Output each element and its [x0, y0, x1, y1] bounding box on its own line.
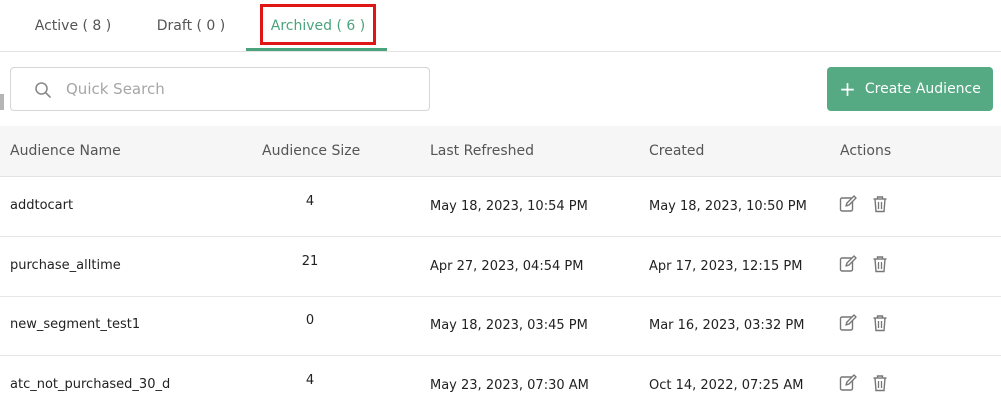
- edit-icon[interactable]: [838, 373, 858, 393]
- search-icon: [35, 82, 51, 98]
- column-header-last-refreshed[interactable]: Last Refreshed: [430, 126, 534, 176]
- table-row: atc_not_purchased_30_d 4 May 23, 2023, 0…: [0, 356, 1001, 414]
- edit-icon[interactable]: [838, 194, 858, 214]
- annotation-highlight-box: [260, 4, 376, 45]
- tab-draft[interactable]: Draft ( 0 ): [142, 0, 240, 51]
- left-edge-marker: [0, 94, 4, 110]
- trash-icon[interactable]: [870, 194, 890, 214]
- row-actions: [838, 254, 890, 274]
- column-header-actions: Actions: [840, 143, 892, 159]
- edit-icon[interactable]: [838, 254, 858, 274]
- row-actions: [838, 194, 890, 214]
- trash-icon[interactable]: [870, 254, 890, 274]
- last-refreshed: May 23, 2023, 07:30 AM: [430, 378, 589, 393]
- last-refreshed: May 18, 2023, 03:45 PM: [430, 318, 588, 333]
- table-row: purchase_alltime 21 Apr 27, 2023, 04:54 …: [0, 237, 1001, 297]
- table-header: Audience Name Audience Size Last Refresh…: [0, 126, 1001, 177]
- table-row: addtocart 4 May 18, 2023, 10:54 PM May 1…: [0, 177, 1001, 237]
- plus-icon: +: [839, 77, 856, 101]
- active-tab-indicator: [246, 48, 387, 51]
- trash-icon[interactable]: [870, 373, 890, 393]
- edit-icon[interactable]: [838, 313, 858, 333]
- row-actions: [838, 313, 890, 333]
- created-date: Oct 14, 2022, 07:25 AM: [649, 378, 804, 393]
- trash-icon[interactable]: [870, 313, 890, 333]
- created-date: May 18, 2023, 10:50 PM: [649, 199, 807, 214]
- column-header-audience-size[interactable]: Audience Size: [262, 126, 360, 176]
- column-header-audience-name[interactable]: Audience Name: [10, 126, 121, 176]
- column-header-created[interactable]: Created: [649, 126, 704, 176]
- create-audience-button[interactable]: + Create Audience: [827, 67, 993, 111]
- quick-search-box[interactable]: [10, 67, 430, 111]
- row-actions: [838, 373, 890, 393]
- table-row: new_segment_test1 0 May 18, 2023, 03:45 …: [0, 296, 1001, 356]
- tab-bar: Active ( 8 ) Draft ( 0 ) Archived ( 6 ): [0, 0, 1001, 52]
- created-date: Apr 17, 2023, 12:15 PM: [649, 259, 803, 274]
- search-input[interactable]: [66, 68, 421, 110]
- last-refreshed: May 18, 2023, 10:54 PM: [430, 199, 588, 214]
- last-refreshed: Apr 27, 2023, 04:54 PM: [430, 259, 584, 274]
- created-date: Mar 16, 2023, 03:32 PM: [649, 318, 805, 333]
- tab-active[interactable]: Active ( 8 ): [20, 0, 126, 51]
- create-audience-label: Create Audience: [864, 81, 981, 97]
